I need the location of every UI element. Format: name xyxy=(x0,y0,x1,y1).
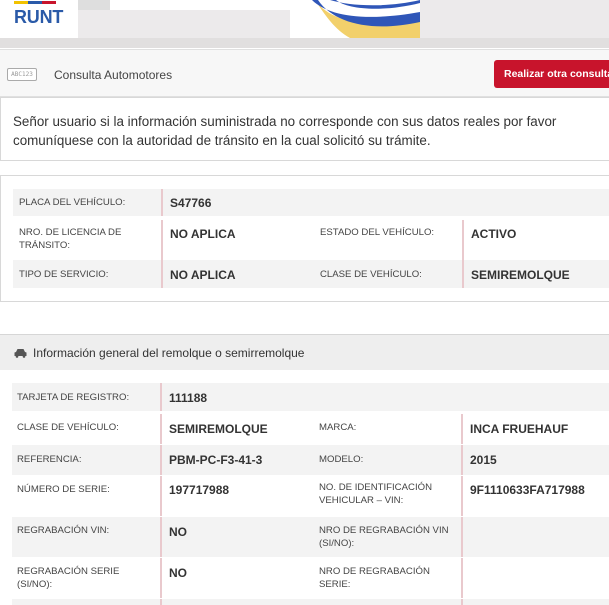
row-separator xyxy=(462,260,464,288)
top-header: RUNT xyxy=(0,0,609,48)
consulta-toolbar: ABC123 Consulta Automotores Realizar otr… xyxy=(0,49,609,97)
row-separator xyxy=(161,260,163,288)
placa-label: PLACA DEL VEHÍCULO: xyxy=(19,197,126,208)
estado-value: ACTIVO xyxy=(471,227,517,241)
marca-value: INCA FRUEHAUF xyxy=(470,422,569,436)
licencia-label: NRO. DE LICENCIA DE TRÁNSITO: xyxy=(19,227,122,251)
row-separator xyxy=(160,599,162,605)
row-separator xyxy=(160,558,162,598)
regrab-serie-value: NO xyxy=(169,566,187,580)
header-search-area xyxy=(110,0,290,10)
row-separator xyxy=(160,445,162,475)
nro-regrab-vin-label: NRO DE REGRABACIÓN VIN (SI/NO): xyxy=(319,525,449,549)
clase-label: CLASE DE VEHÍCULO: xyxy=(17,422,119,433)
regrab-serie-label: REGRABACIÓN SERIE (SI/NO): xyxy=(17,566,120,590)
row-separator xyxy=(461,599,463,605)
regrab-vin-value: NO xyxy=(169,525,187,539)
consulta-title: Consulta Automotores xyxy=(54,68,173,82)
row-separator xyxy=(161,189,163,216)
realizar-otra-consulta-button[interactable]: Realizar otra consulta xyxy=(494,60,609,88)
licencia-value: NO APLICA xyxy=(170,227,236,241)
row-separator xyxy=(160,476,162,516)
row-serie-vin: NÚMERO DE SERIE: 197717988 NO. DE IDENTI… xyxy=(12,476,609,516)
modelo-label: MODELO: xyxy=(319,454,364,465)
section-title: Información general del remolque o semir… xyxy=(33,346,305,360)
regrab-vin-label: REGRABACIÓN VIN: xyxy=(17,525,110,536)
header-under-strip xyxy=(0,38,609,48)
tarjeta-label: TARJETA DE REGISTRO: xyxy=(17,392,130,403)
section-header-remolque[interactable]: Información general del remolque o semir… xyxy=(0,334,609,370)
modelo-value: 2015 xyxy=(470,453,497,467)
runt-logo[interactable]: RUNT xyxy=(14,7,63,28)
row-separator xyxy=(462,220,464,260)
row-separator xyxy=(160,383,162,411)
estado-label: ESTADO DEL VEHÍCULO: xyxy=(320,227,435,238)
clase-value: SEMIREMOLQUE xyxy=(169,422,268,436)
flag-waves-icon xyxy=(312,0,420,38)
row-regrabacion-serie: REGRABACIÓN SERIE (SI/NO): NO NRO DE REG… xyxy=(12,558,609,598)
placa-value: S47766 xyxy=(170,196,212,210)
row-clase-marca: CLASE DE VEHÍCULO: SEMIREMOLQUE MARCA: I… xyxy=(12,414,609,444)
row-partial xyxy=(12,599,609,605)
row-servicio-clase: TIPO DE SERVICIO: NO APLICA CLASE DE VEH… xyxy=(13,260,609,288)
nro-regrab-serie-label: NRO DE REGRABACIÓN SERIE: xyxy=(319,566,430,590)
row-regrabacion-vin: REGRABACIÓN VIN: NO NRO DE REGRABACIÓN V… xyxy=(12,517,609,557)
row-separator xyxy=(461,445,463,475)
license-plate-icon: ABC123 xyxy=(7,68,37,81)
tarjeta-value: 111188 xyxy=(169,391,208,405)
remolque-details-panel: TARJETA DE REGISTRO: 111188 CLASE DE VEH… xyxy=(0,370,609,605)
clase-value: SEMIREMOLQUE xyxy=(471,268,570,282)
servicio-label: TIPO DE SERVICIO: xyxy=(19,269,109,280)
header-divider xyxy=(78,0,110,10)
serie-value: 197717988 xyxy=(169,483,230,497)
notice-text: Señor usuario si la información suminist… xyxy=(13,114,557,148)
row-separator xyxy=(461,517,463,557)
serie-label: NÚMERO DE SERIE: xyxy=(17,484,110,495)
vehicle-summary-panel: PLACA DEL VEHÍCULO: S47766 NRO. DE LICEN… xyxy=(0,175,609,302)
notice-box: Señor usuario si la información suminist… xyxy=(0,97,609,161)
clase-label: CLASE DE VEHÍCULO: xyxy=(320,269,422,280)
logo-area: RUNT xyxy=(0,0,78,38)
servicio-value: NO APLICA xyxy=(170,268,236,282)
row-referencia-modelo: REFERENCIA: PBM-PC-F3-41-3 MODELO: 2015 xyxy=(12,445,609,475)
row-placa: PLACA DEL VEHÍCULO: S47766 xyxy=(13,189,609,216)
vin-value: 9F1110633FA717988 xyxy=(470,483,585,497)
referencia-value: PBM-PC-F3-41-3 xyxy=(169,453,263,467)
row-separator xyxy=(461,476,463,516)
row-tarjeta: TARJETA DE REGISTRO: 111188 xyxy=(12,383,609,411)
car-icon xyxy=(14,349,27,358)
row-separator xyxy=(161,220,163,260)
vin-label: NO. DE IDENTIFICACIÓN VEHICULAR – VIN: xyxy=(319,482,432,506)
row-separator xyxy=(160,517,162,557)
row-separator xyxy=(461,414,463,444)
row-separator xyxy=(461,558,463,598)
row-separator xyxy=(160,414,162,444)
referencia-label: REFERENCIA: xyxy=(17,454,82,465)
marca-label: MARCA: xyxy=(319,422,357,433)
header-banner-image xyxy=(290,0,420,38)
row-licencia-estado: NRO. DE LICENCIA DE TRÁNSITO: NO APLICA … xyxy=(13,220,609,260)
